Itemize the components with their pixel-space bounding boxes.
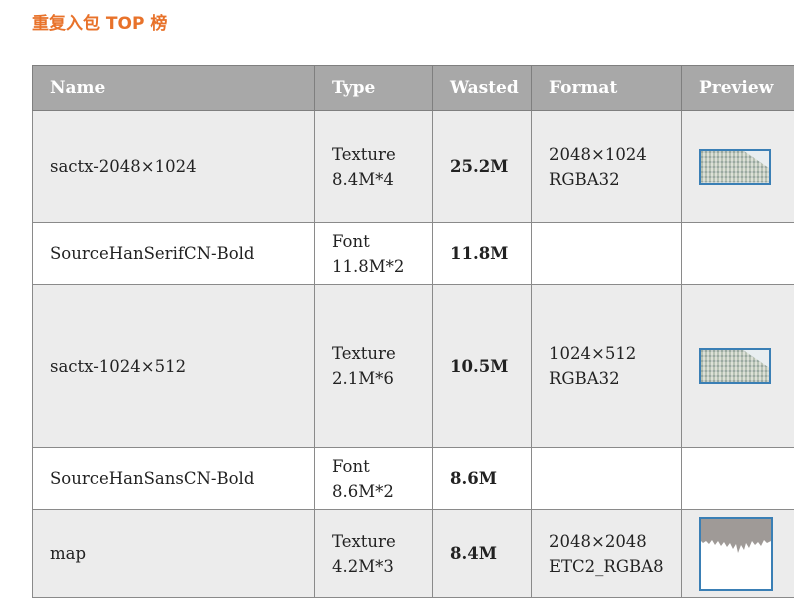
table-row: SourceHanSerifCN-Bold Font 11.8M*2 11.8M bbox=[32, 222, 794, 285]
format-size: 2048×2048 bbox=[549, 531, 647, 551]
format-size: 1024×512 bbox=[549, 344, 637, 363]
table-header-row: Name Type Wasted Format Preview bbox=[32, 65, 794, 111]
cell-name: SourceHanSansCN-Bold bbox=[32, 447, 315, 510]
format-kind: ETC2_RGBA8 bbox=[549, 556, 664, 576]
cell-type: Font 8.6M*2 bbox=[314, 447, 433, 510]
cell-format: 1024×512 RGBA32 bbox=[531, 284, 682, 448]
type-label: Texture bbox=[332, 344, 396, 363]
cell-preview bbox=[681, 110, 794, 223]
type-detail: 2.1M*6 bbox=[332, 369, 394, 388]
cell-wasted: 10.5M bbox=[432, 284, 532, 448]
cell-name: sactx-2048×1024 bbox=[32, 110, 315, 223]
cell-preview bbox=[681, 222, 794, 285]
type-label: Font bbox=[332, 456, 370, 476]
column-header-name[interactable]: Name bbox=[32, 65, 315, 111]
atlas-image bbox=[701, 350, 769, 382]
type-detail: 8.6M*2 bbox=[332, 481, 394, 501]
atlas-image bbox=[701, 150, 769, 183]
column-header-format[interactable]: Format bbox=[531, 65, 682, 111]
table-row: sactx-1024×512 Texture 2.1M*6 10.5M 1024… bbox=[32, 284, 794, 448]
type-detail: 4.2M*3 bbox=[332, 556, 394, 576]
map-image bbox=[701, 518, 771, 553]
cell-name: sactx-1024×512 bbox=[32, 284, 315, 448]
cell-format: 2048×2048 ETC2_RGBA8 bbox=[531, 509, 682, 598]
cell-preview bbox=[681, 284, 794, 448]
table-row: SourceHanSansCN-Bold Font 8.6M*2 8.6M bbox=[32, 447, 794, 510]
type-detail: 8.4M*4 bbox=[332, 169, 394, 189]
cell-name: SourceHanSerifCN-Bold bbox=[32, 222, 315, 285]
format-kind: RGBA32 bbox=[549, 169, 620, 189]
cell-preview bbox=[681, 509, 794, 598]
format-size: 2048×1024 bbox=[549, 144, 647, 164]
texture-preview-thumbnail[interactable] bbox=[699, 148, 771, 185]
column-header-preview[interactable]: Preview bbox=[681, 65, 794, 111]
page-title: 重复入包 TOP 榜 bbox=[32, 14, 168, 34]
table-row: map Texture 4.2M*3 8.4M 2048×2048 ETC2_R… bbox=[32, 509, 794, 598]
table-row: sactx-2048×1024 Texture 8.4M*4 25.2M 204… bbox=[32, 110, 794, 223]
texture-preview-thumbnail[interactable] bbox=[699, 348, 771, 384]
cell-preview bbox=[681, 447, 794, 510]
cell-format bbox=[531, 447, 682, 510]
cell-type: Texture 2.1M*6 bbox=[314, 284, 433, 448]
cell-type: Texture 4.2M*3 bbox=[314, 509, 433, 598]
cell-format bbox=[531, 222, 682, 285]
column-header-wasted[interactable]: Wasted bbox=[432, 65, 532, 111]
map-preview-thumbnail[interactable] bbox=[699, 516, 773, 591]
type-label: Font bbox=[332, 231, 370, 251]
cell-type: Font 11.8M*2 bbox=[314, 222, 433, 285]
format-kind: RGBA32 bbox=[549, 369, 620, 388]
cell-wasted: 8.4M bbox=[432, 509, 532, 598]
cell-wasted: 11.8M bbox=[432, 222, 532, 285]
cell-format: 2048×1024 RGBA32 bbox=[531, 110, 682, 223]
cell-type: Texture 8.4M*4 bbox=[314, 110, 433, 223]
cell-wasted: 8.6M bbox=[432, 447, 532, 510]
duplicate-assets-table: Name Type Wasted Format Preview sactx-20… bbox=[32, 65, 794, 598]
type-detail: 11.8M*2 bbox=[332, 256, 405, 276]
cell-name: map bbox=[32, 509, 315, 598]
type-label: Texture bbox=[332, 144, 396, 164]
type-label: Texture bbox=[332, 531, 396, 551]
column-header-type[interactable]: Type bbox=[314, 65, 433, 111]
cell-wasted: 25.2M bbox=[432, 110, 532, 223]
